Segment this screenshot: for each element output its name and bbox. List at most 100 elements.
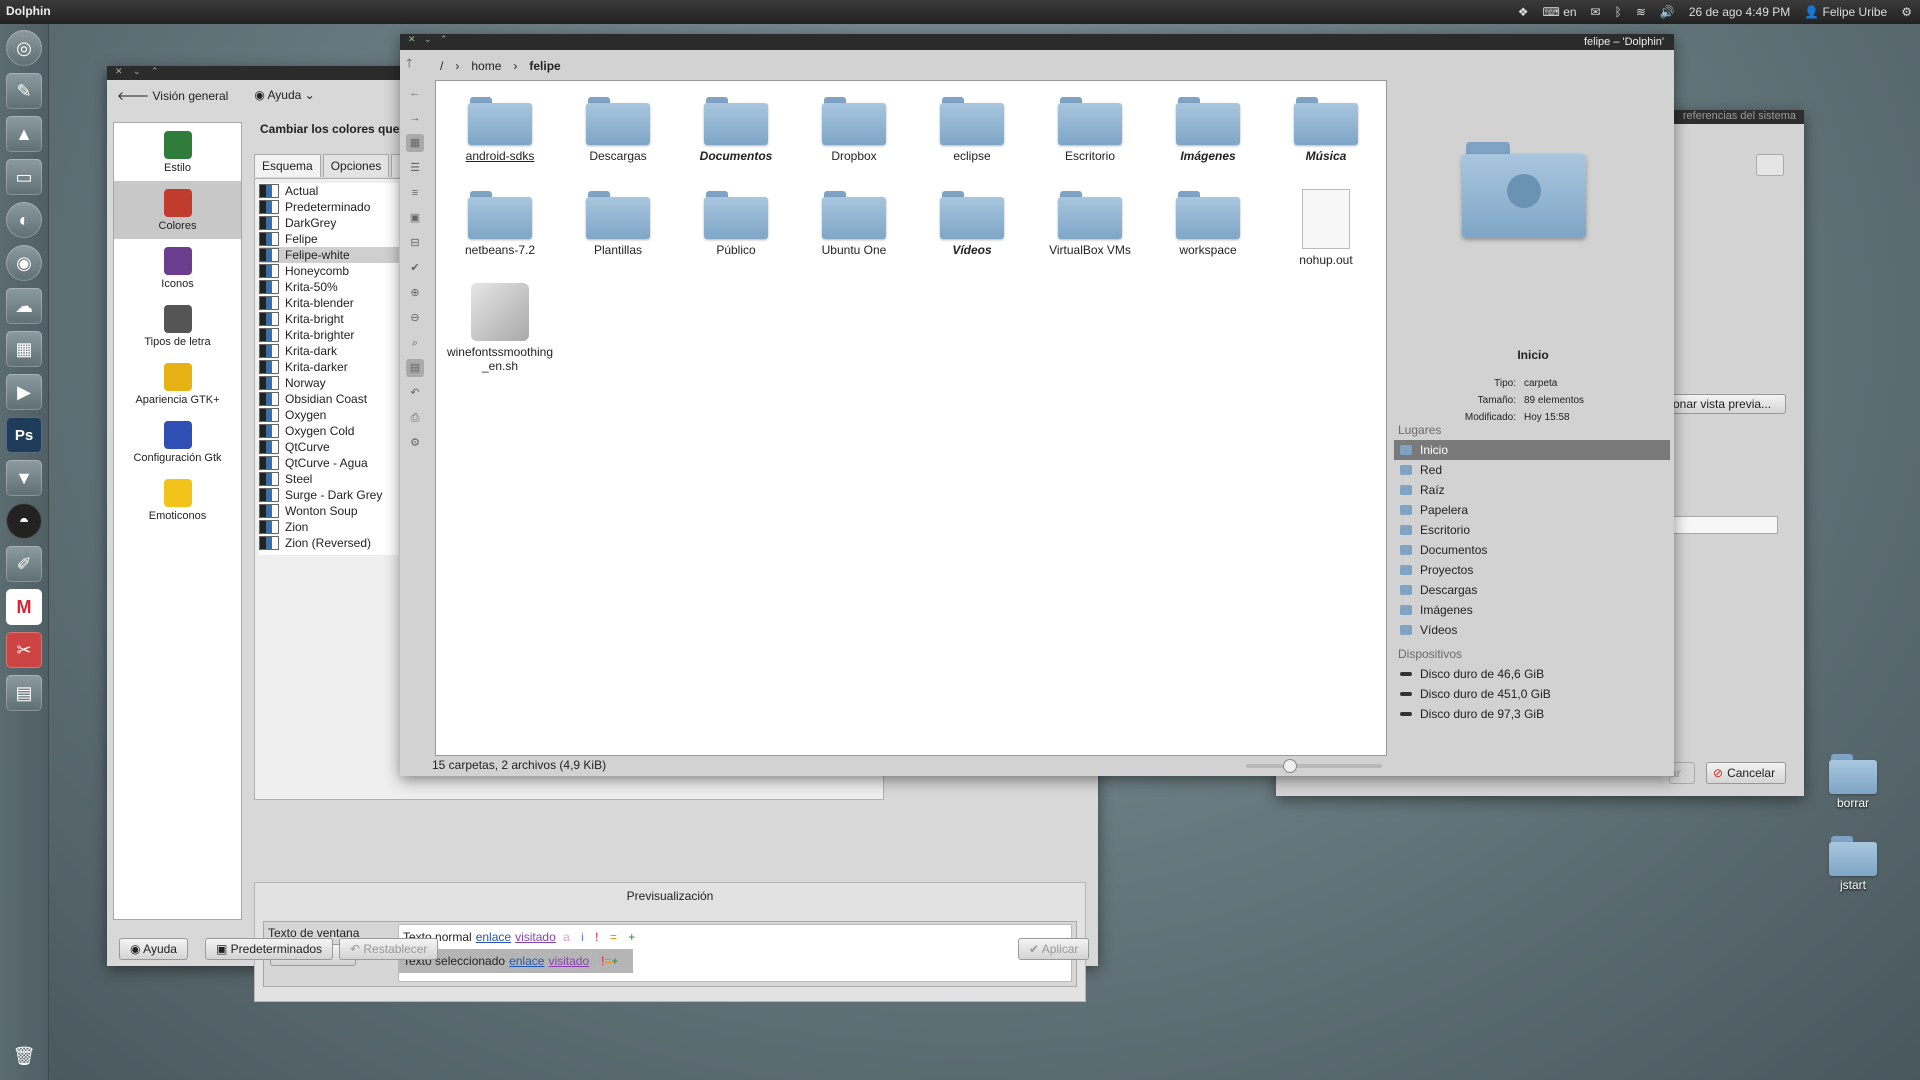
file-item[interactable]: Ubuntu One [798, 189, 910, 257]
place-item[interactable]: Escritorio [1394, 520, 1674, 540]
gmail-icon[interactable]: M [6, 589, 42, 625]
print-icon[interactable]: ⎙ [406, 409, 424, 427]
scheme-item[interactable]: Surge - Dark Grey [259, 487, 399, 503]
file-item[interactable]: Descargas [562, 95, 674, 163]
place-item[interactable]: Imágenes [1394, 600, 1674, 620]
minimize-icon[interactable]: ⌄ [133, 66, 141, 77]
settings-gear-icon[interactable]: ⚙ [406, 434, 424, 452]
wifi-icon[interactable]: ≋ [1636, 5, 1646, 19]
scheme-item[interactable]: Steel [259, 471, 399, 487]
info-panel-icon[interactable]: ▤ [406, 359, 424, 377]
up-arrow-icon[interactable]: 🡑 [406, 54, 412, 75]
scheme-item[interactable]: Predeterminado [259, 199, 399, 215]
undo-icon[interactable]: ↶ [406, 384, 424, 402]
file-item[interactable]: Imágenes [1152, 95, 1264, 163]
help-menu[interactable]: ◉ Ayuda ⌄ [254, 88, 314, 102]
place-item[interactable]: Inicio [1394, 440, 1670, 460]
file-item[interactable]: Plantillas [562, 189, 674, 257]
device-item[interactable]: Disco duro de 46,6 GiB [1394, 664, 1674, 684]
close-icon[interactable]: ✕ [115, 66, 123, 77]
back-icon[interactable]: ← [406, 84, 424, 102]
calculator-icon[interactable]: ▦ [6, 331, 42, 367]
category-gtk-config[interactable]: Configuración Gtk [114, 413, 241, 471]
close-icon[interactable]: ✕ [408, 34, 416, 45]
user-menu[interactable]: 👤 Felipe Uribe [1804, 5, 1887, 19]
scheme-item[interactable]: Oxygen Cold [259, 423, 399, 439]
scheme-item[interactable]: Norway [259, 375, 399, 391]
breadcrumb-felipe[interactable]: felipe [529, 59, 560, 73]
inkscape-icon[interactable]: ▲ [6, 116, 42, 152]
scheme-item[interactable]: Obsidian Coast [259, 391, 399, 407]
file-item[interactable]: netbeans-7.2 [444, 189, 556, 257]
scheme-item[interactable]: Honeycomb [259, 263, 399, 279]
defaults-button[interactable]: ▣ Predeterminados [205, 938, 334, 960]
device-item[interactable]: Disco duro de 451,0 GiB [1394, 684, 1674, 704]
scheme-item[interactable]: Zion (Reversed) [259, 535, 399, 551]
desktop-item[interactable]: jstart [1818, 834, 1888, 892]
scheme-item[interactable]: Zion [259, 519, 399, 535]
file-item[interactable]: Escritorio [1034, 95, 1146, 163]
category-style[interactable]: Estilo [114, 123, 241, 181]
scheme-item[interactable]: Krita-50% [259, 279, 399, 295]
volume-icon[interactable]: 🔊 [1660, 5, 1675, 19]
session-gear-icon[interactable]: ⚙ [1901, 5, 1912, 19]
place-item[interactable]: Documentos [1394, 540, 1674, 560]
cloud-icon[interactable]: ☁ [6, 288, 42, 324]
file-item[interactable]: eclipse [916, 95, 1028, 163]
category-colors[interactable]: Colores [114, 181, 241, 239]
place-item[interactable]: Descargas [1394, 580, 1674, 600]
scheme-item[interactable]: Krita-brighter [259, 327, 399, 343]
split-icon[interactable]: ⊟ [406, 234, 424, 252]
tools-icon[interactable]: ✂ [6, 632, 42, 668]
scheme-item[interactable]: Actual [259, 183, 399, 199]
keyboard-icon[interactable]: ⌨ en [1543, 5, 1577, 19]
clock[interactable]: 26 de ago 4:49 PM [1689, 5, 1790, 19]
file-item[interactable]: Vídeos [916, 189, 1028, 257]
apply-button[interactable]: ✔ Aplicar [1018, 938, 1090, 960]
breadcrumb-root[interactable]: / [440, 59, 443, 73]
scheme-item[interactable]: QtCurve - Agua [259, 455, 399, 471]
back-text-field[interactable] [1666, 516, 1778, 534]
preview-icon[interactable]: ▣ [406, 209, 424, 227]
file-item[interactable]: VirtualBox VMs [1034, 189, 1146, 257]
file-item[interactable]: Público [680, 189, 792, 257]
scheme-item[interactable]: Felipe-white [259, 247, 399, 263]
place-item[interactable]: Raíz [1394, 480, 1674, 500]
file-item[interactable]: Documentos [680, 95, 792, 163]
scheme-item[interactable]: Oxygen [259, 407, 399, 423]
overview-button[interactable]: 🡐 Visión general [117, 88, 228, 103]
scheme-item[interactable]: Krita-darker [259, 359, 399, 375]
breadcrumb-home[interactable]: home [471, 59, 501, 73]
forward-icon[interactable]: → [406, 109, 424, 127]
search-icon[interactable]: ⌕ [406, 334, 424, 352]
brush-icon[interactable]: ✐ [6, 546, 42, 582]
scheme-item[interactable]: Krita-bright [259, 311, 399, 327]
place-item[interactable]: Proyectos [1394, 560, 1674, 580]
file-item[interactable]: Música [1270, 95, 1382, 163]
file-item[interactable]: nohup.out [1270, 189, 1382, 267]
firefox-icon[interactable]: ◐ [6, 202, 42, 238]
category-fonts[interactable]: Tipos de letra [114, 297, 241, 355]
dropbox-icon[interactable]: ❖ [1518, 5, 1529, 19]
maximize-icon[interactable]: ⌃ [151, 66, 159, 77]
apple-icon[interactable] [1756, 154, 1784, 176]
scheme-item[interactable]: DarkGrey [259, 215, 399, 231]
file-item[interactable]: workspace [1152, 189, 1264, 257]
scheme-item[interactable]: Felipe [259, 231, 399, 247]
icons-view-icon[interactable]: ▦ [406, 134, 424, 152]
app-icon[interactable]: ◓ [6, 503, 42, 539]
file-item[interactable]: winefontssmoothing_en.sh [444, 283, 556, 373]
file-view[interactable]: android-sdks Descargas Documentos Dropbox ec… [435, 80, 1387, 756]
scheme-item[interactable]: Wonton Soup [259, 503, 399, 519]
dash-icon[interactable]: ◎ [6, 30, 42, 66]
cancel-button[interactable]: ⊘ Cancelar [1706, 762, 1786, 784]
terminal-icon[interactable]: ▶ [6, 374, 42, 410]
tab-scheme[interactable]: Esquema [254, 154, 321, 177]
device-item[interactable]: Disco duro de 97,3 GiB [1394, 704, 1674, 724]
trash-icon[interactable]: 🗑 [6, 1038, 42, 1074]
file-item[interactable]: Dropbox [798, 95, 910, 163]
zoom-slider[interactable] [1246, 759, 1382, 773]
window-icon[interactable]: ▤ [6, 675, 42, 711]
scheme-item[interactable]: Krita-dark [259, 343, 399, 359]
zoom-in-icon[interactable]: ⊕ [406, 284, 424, 302]
